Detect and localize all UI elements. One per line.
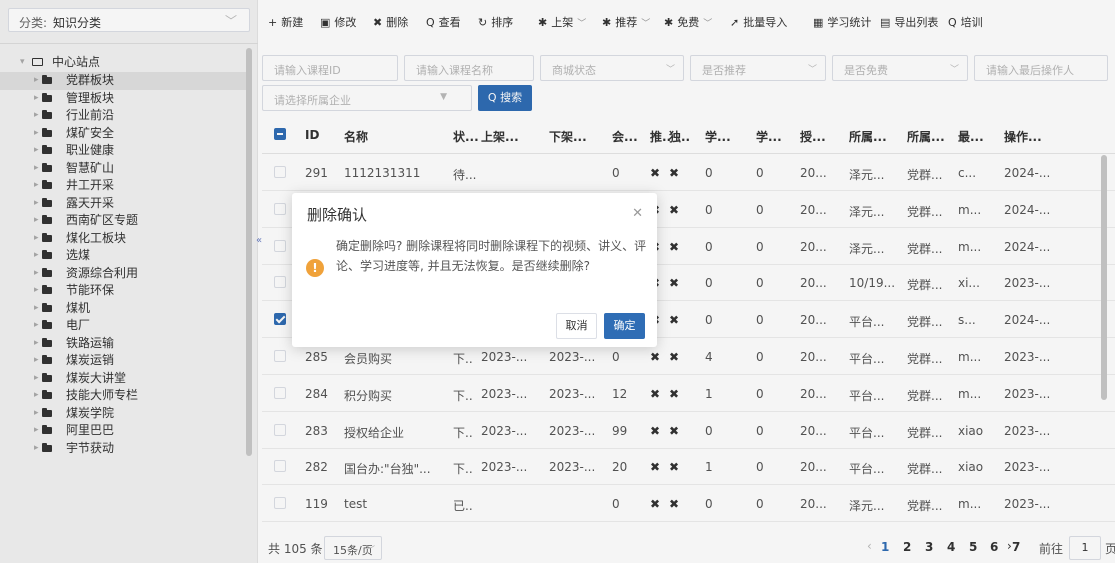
warning-icon: !: [306, 259, 324, 277]
dialog-message: 确定删除吗? 删除课程将同时删除课程下的视频、讲义、评论、学习进度等, 并且无法…: [336, 239, 647, 273]
delete-confirm-dialog: 删除确认 ✕ ! 确定删除吗? 删除课程将同时删除课程下的视频、讲义、评论、学习…: [292, 193, 657, 347]
cancel-button[interactable]: 取消: [556, 313, 597, 339]
dialog-title: 删除确认: [307, 206, 368, 224]
confirm-button[interactable]: 确定: [604, 313, 645, 339]
close-icon[interactable]: ✕: [632, 206, 643, 221]
